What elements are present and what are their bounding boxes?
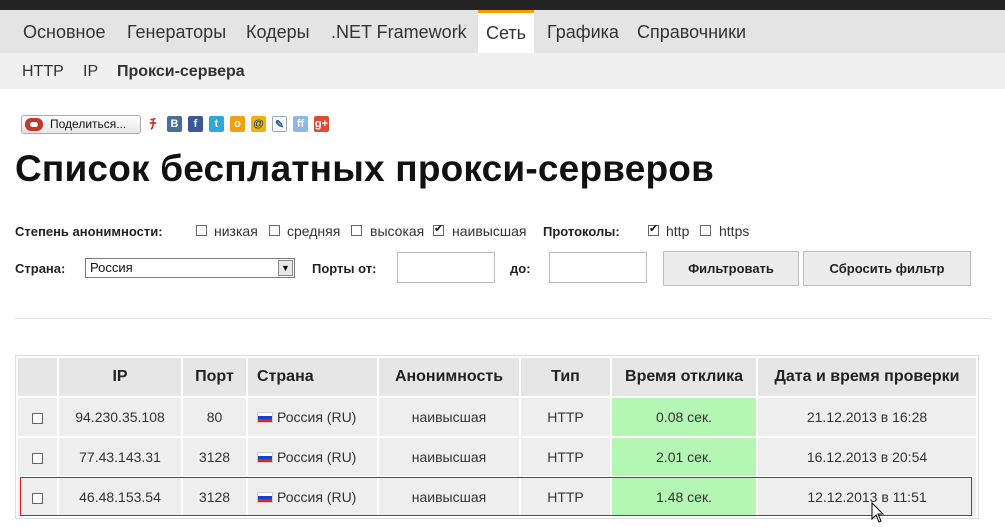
protocol-https-checkbox[interactable] — [700, 225, 711, 236]
nav-item-graphics[interactable]: Графика — [537, 10, 629, 53]
livejournal-icon[interactable]: ✎ — [272, 116, 287, 132]
cell-anonymity: наивысшая — [379, 438, 519, 476]
cell-ip: 46.48.153.54 — [59, 478, 181, 516]
protocol-https-label: https — [719, 223, 750, 239]
cell-type: HTTP — [521, 478, 610, 516]
main-nav: Основное Генераторы Кодеры .NET Framewor… — [0, 10, 1005, 53]
cell-checked-at: 12.12.2013 в 11:51 — [758, 478, 976, 516]
anonymity-highest-label: наивысшая — [452, 223, 527, 239]
facebook-icon[interactable]: f — [188, 116, 203, 132]
header-response-time[interactable]: Время отклика — [612, 358, 756, 396]
cell-country: Россия (RU) — [248, 478, 377, 516]
table-row: 77.43.143.31 3128 Россия (RU) наивысшая … — [18, 438, 976, 476]
filter-button[interactable]: Фильтровать — [663, 251, 799, 286]
nav-item-references[interactable]: Справочники — [627, 10, 756, 53]
ports-from-input[interactable] — [397, 252, 495, 283]
ports-to-input[interactable] — [549, 252, 647, 283]
cell-checked-at: 16.12.2013 в 20:54 — [758, 438, 976, 476]
proxy-table: IP Порт Страна Анонимность Тип Время отк… — [15, 355, 979, 519]
anonymity-low-checkbox[interactable] — [196, 225, 207, 236]
row-select-cell — [18, 398, 57, 436]
cell-country-text: Россия (RU) — [277, 409, 357, 425]
cell-anonymity: наивысшая — [379, 398, 519, 436]
anonymity-highest-checkbox[interactable] — [433, 222, 444, 236]
mouse-cursor-icon — [871, 502, 885, 523]
divider — [15, 318, 991, 319]
sub-nav: HTTP IP Прокси-сервера — [0, 53, 1005, 89]
header-checked-at[interactable]: Дата и время проверки — [758, 358, 976, 396]
google-plus-icon[interactable]: g+ — [314, 116, 329, 132]
cell-country: Россия (RU) — [248, 398, 377, 436]
cell-country-text: Россия (RU) — [277, 449, 357, 465]
cell-ip: 94.230.35.108 — [59, 398, 181, 436]
country-select[interactable]: Россия ▼ — [85, 258, 295, 278]
share-icon — [25, 118, 43, 131]
country-label: Страна: — [15, 261, 66, 276]
russia-flag-icon — [257, 492, 273, 503]
country-select-value: Россия — [90, 260, 133, 275]
top-strip — [0, 0, 1005, 10]
protocol-http-checkbox[interactable] — [648, 222, 659, 236]
protocols-label: Протоколы: — [543, 224, 620, 239]
anonymity-high-checkbox[interactable] — [351, 225, 362, 236]
reset-filter-button[interactable]: Сбросить фильтр — [803, 251, 971, 286]
cell-response-time: 1.48 сек. — [612, 478, 756, 516]
cell-type: HTTP — [521, 398, 610, 436]
header-ip[interactable]: IP — [59, 358, 181, 396]
header-select — [18, 358, 57, 396]
subnav-item-http[interactable]: HTTP — [22, 53, 64, 91]
header-country[interactable]: Страна — [248, 358, 377, 396]
row-select-cell — [18, 478, 57, 516]
header-port[interactable]: Порт — [183, 358, 246, 396]
cell-port: 80 — [183, 398, 246, 436]
cell-checked-at: 21.12.2013 в 16:28 — [758, 398, 976, 436]
twitter-icon[interactable]: t — [209, 116, 224, 132]
row-checkbox[interactable] — [32, 412, 43, 424]
table-header-row: IP Порт Страна Анонимность Тип Время отк… — [18, 358, 976, 396]
cell-response-time: 0.08 сек. — [612, 398, 756, 436]
anonymity-label: Степень анонимности: — [15, 224, 163, 239]
share-button[interactable]: Поделиться... — [21, 115, 141, 134]
protocol-http-label: http — [666, 223, 690, 239]
header-anonymity[interactable]: Анонимность — [379, 358, 519, 396]
nav-item-generators[interactable]: Генераторы — [117, 10, 236, 53]
share-button-label: Поделиться... — [50, 117, 127, 131]
ports-to-label: до: — [510, 261, 531, 276]
row-checkbox[interactable] — [32, 492, 43, 504]
cell-type: HTTP — [521, 438, 610, 476]
cell-anonymity: наивысшая — [379, 478, 519, 516]
friendfeed-icon[interactable]: ff — [293, 116, 308, 132]
subnav-item-proxy[interactable]: Прокси-сервера — [117, 53, 245, 91]
nav-item-osnovnoe[interactable]: Основное — [13, 10, 115, 53]
anonymity-medium-checkbox[interactable] — [269, 225, 280, 236]
dropdown-arrow-icon[interactable]: ▼ — [278, 260, 293, 276]
table-row: 46.48.153.54 3128 Россия (RU) наивысшая … — [18, 478, 976, 516]
row-checkbox[interactable] — [32, 452, 43, 464]
nav-item-network[interactable]: Сеть — [478, 10, 534, 53]
nav-item-coders[interactable]: Кодеры — [236, 10, 320, 53]
cell-port: 3128 — [183, 478, 246, 516]
nav-item-dotnet[interactable]: .NET Framework — [321, 10, 477, 53]
row-select-cell — [18, 438, 57, 476]
table-row: 94.230.35.108 80 Россия (RU) наивысшая H… — [18, 398, 976, 436]
subnav-item-ip[interactable]: IP — [83, 53, 98, 91]
blog-icon[interactable]: ﾁ — [146, 116, 160, 132]
cell-port: 3128 — [183, 438, 246, 476]
anonymity-low-label: низкая — [214, 223, 258, 239]
russia-flag-icon — [257, 412, 273, 423]
anonymity-medium-label: средняя — [287, 223, 341, 239]
russia-flag-icon — [257, 452, 273, 463]
cell-country-text: Россия (RU) — [277, 489, 357, 505]
page-title: Список бесплатных прокси-серверов — [15, 148, 715, 189]
odnoklassniki-icon[interactable]: o — [230, 116, 245, 132]
anonymity-high-label: высокая — [370, 223, 425, 239]
cell-response-time: 2.01 сек. — [612, 438, 756, 476]
cell-ip: 77.43.143.31 — [59, 438, 181, 476]
cell-country: Россия (RU) — [248, 438, 377, 476]
mailru-icon[interactable]: @ — [251, 116, 266, 132]
ports-from-label: Порты от: — [312, 261, 377, 276]
header-type[interactable]: Тип — [521, 358, 610, 396]
vk-icon[interactable]: B — [167, 116, 182, 132]
